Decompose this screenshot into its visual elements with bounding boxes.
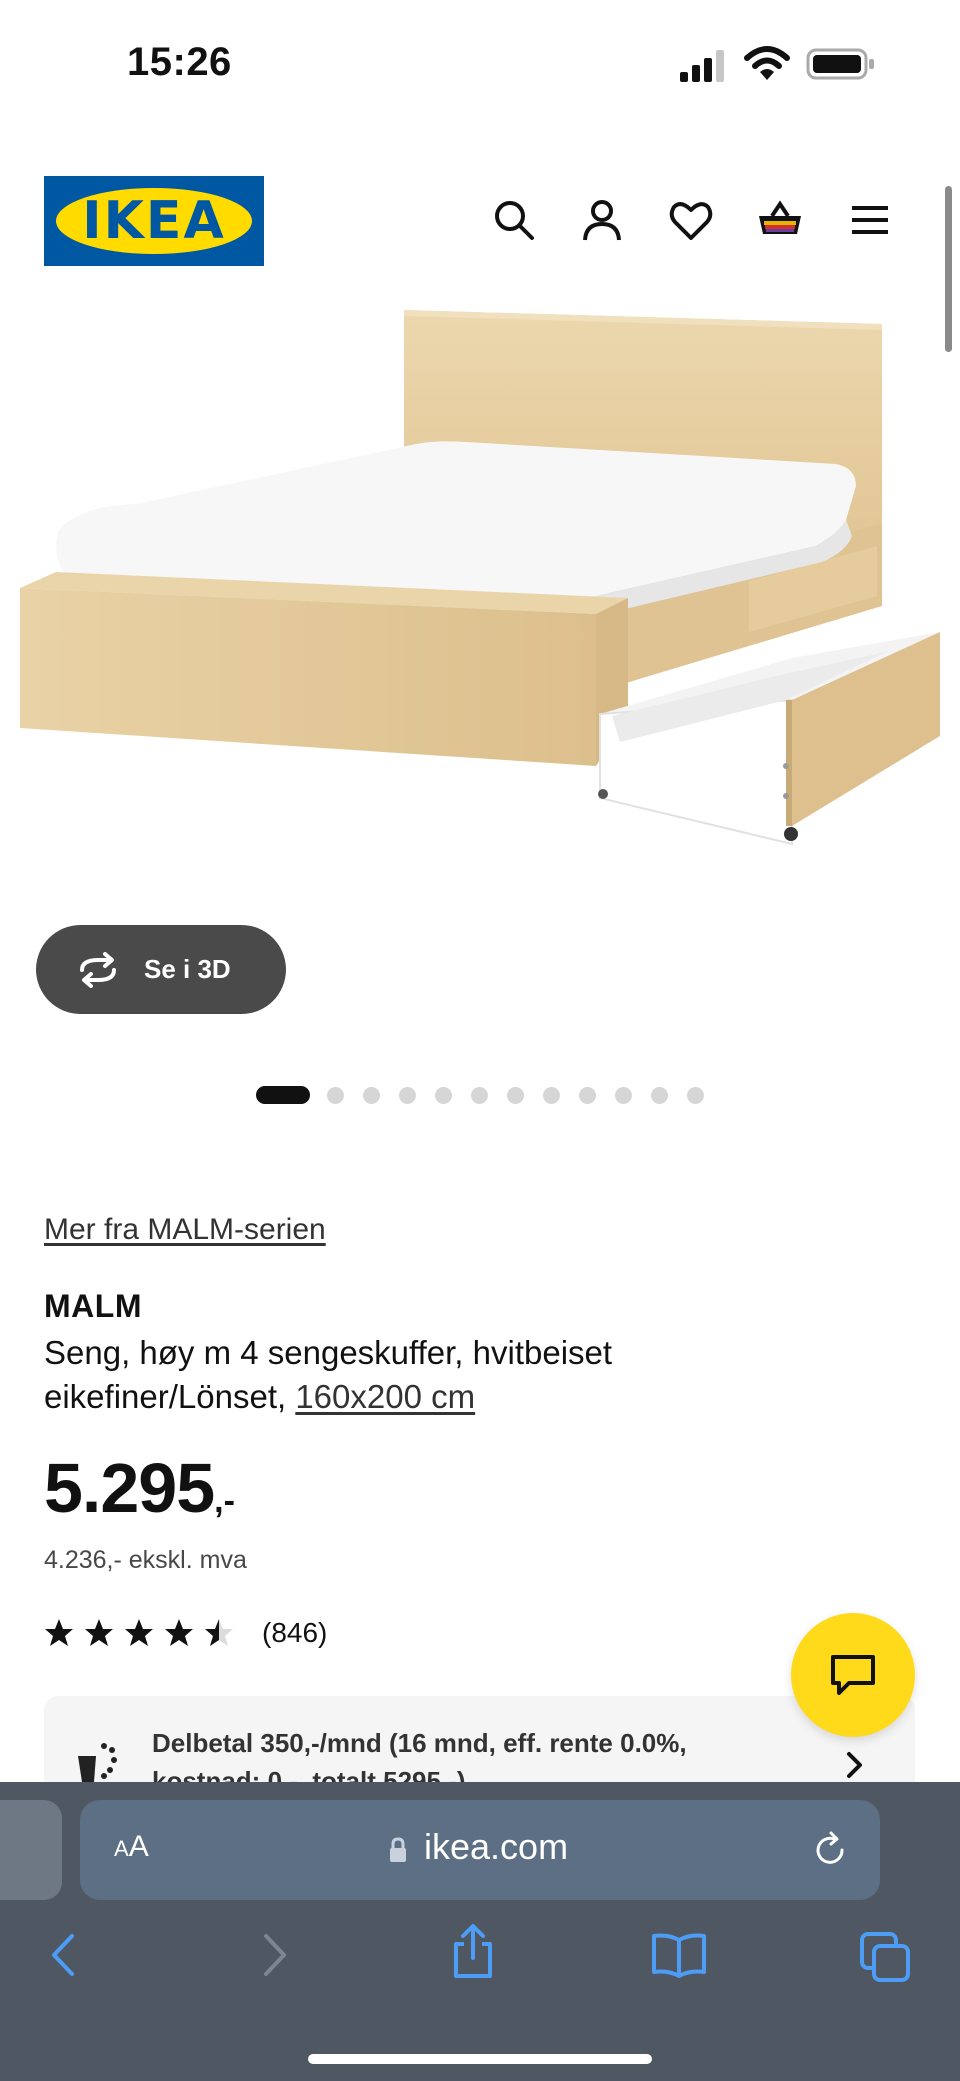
text-size-large: A — [128, 1830, 149, 1863]
size-link[interactable]: 160x200 cm — [295, 1378, 475, 1415]
product-description: Seng, høy m 4 sengeskuffer, hvitbeiset e… — [44, 1331, 824, 1419]
gallery-pagination — [256, 1085, 723, 1105]
star-icon — [45, 1619, 73, 1646]
battery-icon — [806, 48, 874, 80]
series-link[interactable]: Mer fra MALM-serien — [44, 1213, 326, 1247]
rotate-3d-icon — [80, 951, 116, 988]
share-icon[interactable] — [450, 1922, 496, 1980]
price-value: 5.295 — [44, 1449, 215, 1527]
gallery-dot[interactable] — [615, 1086, 632, 1104]
address-bar[interactable]: AA ikea.com — [80, 1800, 880, 1900]
search-icon[interactable] — [490, 196, 538, 244]
gallery-dot-active[interactable] — [256, 1086, 310, 1104]
star-icon — [85, 1619, 113, 1646]
user-icon[interactable] — [578, 196, 626, 244]
star-icon — [165, 1619, 193, 1646]
logo-text: IKEA — [82, 191, 226, 251]
text-size-small: A — [114, 1836, 129, 1861]
cellular-signal-icon — [680, 50, 724, 82]
product-price: 5.295,- — [44, 1448, 235, 1528]
menu-icon[interactable] — [846, 196, 894, 244]
price-ex-vat: 4.236,- ekskl. mva — [44, 1546, 247, 1574]
chevron-right-icon — [847, 1752, 862, 1778]
price-suffix: ,- — [214, 1482, 235, 1520]
gallery-dot[interactable] — [579, 1086, 596, 1104]
browser-toolbar: AA ikea.com — [0, 1782, 960, 2081]
star-icon — [125, 1619, 153, 1646]
chat-button[interactable] — [791, 1613, 915, 1737]
gallery-dot[interactable] — [363, 1086, 380, 1104]
lock-icon — [390, 1837, 406, 1862]
gallery-dot[interactable] — [435, 1086, 452, 1104]
gallery-dot[interactable] — [543, 1086, 560, 1104]
gallery-dot[interactable] — [687, 1086, 704, 1104]
bookmarks-icon[interactable] — [650, 1930, 708, 1980]
chat-icon — [831, 1655, 875, 1695]
view-3d-label: Se i 3D — [144, 954, 231, 984]
product-name: MALM — [44, 1288, 142, 1324]
rating[interactable]: (846) — [44, 1617, 327, 1649]
ikea-logo[interactable]: IKEA — [44, 176, 264, 266]
home-indicator[interactable] — [308, 2054, 652, 2064]
gallery-dot[interactable] — [651, 1086, 668, 1104]
tabs-icon[interactable] — [858, 1930, 912, 1984]
scroll-indicator[interactable] — [945, 186, 952, 352]
wifi-icon — [744, 46, 790, 80]
half-star-icon — [205, 1619, 233, 1646]
status-bar: 15:26 — [0, 0, 960, 130]
view-3d-button[interactable]: Se i 3D — [36, 925, 286, 1014]
installment-offer[interactable]: Delbetal 350,-/mnd (16 mnd, eff. rente 0… — [44, 1696, 915, 1782]
text-size-button[interactable]: AA — [114, 1830, 149, 1864]
reload-icon[interactable] — [810, 1830, 850, 1870]
previous-tab-preview[interactable] — [0, 1800, 62, 1900]
rating-count: (846) — [262, 1617, 328, 1648]
gallery-dot[interactable] — [471, 1086, 488, 1104]
gallery-dot[interactable] — [399, 1086, 416, 1104]
forward-icon[interactable] — [254, 1930, 294, 1980]
gallery-dot[interactable] — [327, 1086, 344, 1104]
basket-icon[interactable] — [756, 196, 804, 244]
installment-icon — [78, 1743, 117, 1782]
url-text: ikea.com — [424, 1826, 569, 1867]
back-icon[interactable] — [44, 1930, 84, 1980]
heart-icon[interactable] — [667, 196, 715, 244]
gallery-dot[interactable] — [507, 1086, 524, 1104]
status-time: 15:26 — [127, 40, 232, 84]
installment-text: Delbetal 350,-/mnd (16 mnd, eff. rente 0… — [152, 1728, 687, 1782]
product-image[interactable] — [16, 296, 944, 896]
